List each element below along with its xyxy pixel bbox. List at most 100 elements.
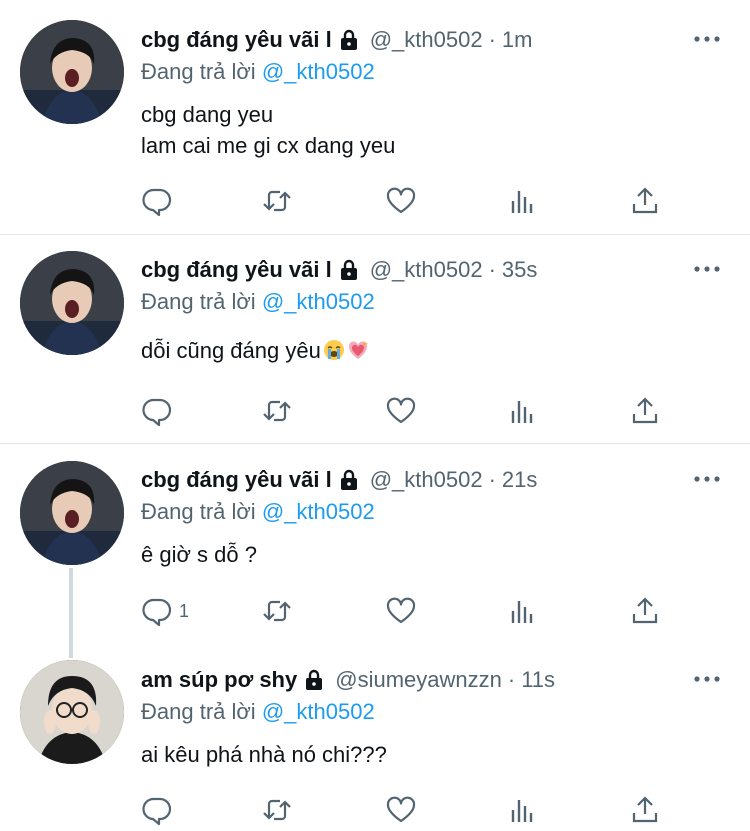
share-icon: [632, 397, 658, 424]
lock-icon: [338, 259, 360, 281]
tweet-header: am súp pơ shy @siumeyawnzzn · 11s: [141, 664, 555, 696]
tweet-text: dỗi cũng đáng yêu: [141, 335, 369, 366]
share-button[interactable]: [629, 393, 661, 429]
retweet-button[interactable]: [261, 183, 293, 219]
tweet-actions: [141, 183, 661, 219]
timestamp[interactable]: 35s: [502, 257, 537, 283]
tweet-text: ai kêu phá nhà nó chi???: [141, 739, 387, 770]
timestamp[interactable]: 1m: [502, 27, 533, 53]
retweet-button[interactable]: [261, 792, 293, 828]
avatar[interactable]: [20, 20, 124, 124]
tweet-text-line: dỗi cũng đáng yêu: [141, 338, 321, 363]
separator-dot: ·: [488, 467, 496, 492]
views-icon: [511, 191, 533, 213]
share-icon: [632, 796, 658, 823]
reply-button[interactable]: [141, 183, 179, 219]
heart-icon: [386, 397, 416, 424]
more-horizontal-icon[interactable]: [694, 466, 720, 492]
separator-dot: ·: [488, 257, 496, 282]
mention-link[interactable]: @_kth0502: [262, 699, 375, 724]
retweet-icon: [263, 799, 291, 821]
replying-to-label: Đang trả lời: [141, 699, 256, 724]
tweet-text-line: ai kêu phá nhà nó chi???: [141, 742, 387, 767]
user-handle[interactable]: @siumeyawnzzn: [335, 667, 502, 693]
replying-to-label: Đang trả lời: [141, 289, 256, 314]
lock-icon: [303, 669, 325, 691]
like-button[interactable]: [385, 393, 417, 429]
like-button[interactable]: [385, 593, 417, 629]
views-button[interactable]: [507, 393, 539, 429]
replying-to-label: Đang trả lời: [141, 499, 256, 524]
tweet-3[interactable]: cbg đáng yêu vãi l @_kth0502 · 21s Đang …: [0, 444, 750, 644]
avatar[interactable]: [20, 251, 124, 355]
share-button[interactable]: [629, 593, 661, 629]
more-horizontal-icon[interactable]: [694, 256, 720, 282]
replying-to: Đang trả lời @_kth0502: [141, 699, 375, 725]
sparkling-heart-emoji: [347, 339, 369, 361]
reply-button[interactable]: [141, 792, 179, 828]
retweet-icon: [263, 190, 291, 212]
heart-icon: [386, 796, 416, 823]
like-button[interactable]: [385, 183, 417, 219]
display-name[interactable]: cbg đáng yêu vãi l: [141, 27, 332, 53]
more-horizontal-icon[interactable]: [694, 666, 720, 692]
tweet-text-line: ê giờ s dỗ ?: [141, 542, 257, 567]
like-button[interactable]: [385, 792, 417, 828]
tweet-actions: 1: [141, 593, 661, 629]
tweet-actions: [141, 792, 661, 828]
replying-to: Đang trả lời @_kth0502: [141, 59, 375, 85]
lock-icon: [338, 29, 360, 51]
lock-icon: [338, 469, 360, 491]
views-icon: [511, 401, 533, 423]
share-button[interactable]: [629, 183, 661, 219]
share-icon: [632, 187, 658, 214]
avatar[interactable]: [20, 660, 124, 764]
tweet-4[interactable]: am súp pơ shy @siumeyawnzzn · 11s Đang t…: [0, 644, 750, 831]
views-button[interactable]: [507, 792, 539, 828]
tweet-header: cbg đáng yêu vãi l @_kth0502 · 21s: [141, 464, 537, 496]
retweet-button[interactable]: [261, 393, 293, 429]
mention-link[interactable]: @_kth0502: [262, 289, 375, 314]
separator-dot: ·: [488, 27, 496, 52]
loudly-crying-face-emoji: [323, 339, 345, 361]
reply-icon: [142, 797, 172, 826]
mention-link[interactable]: @_kth0502: [262, 499, 375, 524]
display-name[interactable]: cbg đáng yêu vãi l: [141, 257, 332, 283]
display-name[interactable]: cbg đáng yêu vãi l: [141, 467, 332, 493]
retweet-icon: [263, 400, 291, 422]
tweet-text: cbg dang yeu lam cai me gi cx dang yeu: [141, 99, 395, 161]
views-icon: [511, 601, 533, 623]
reply-icon: [142, 188, 172, 217]
reply-count: 1: [179, 600, 190, 621]
more-horizontal-icon[interactable]: [694, 26, 720, 52]
tweet-1[interactable]: cbg đáng yêu vãi l @_kth0502 · 1m Đang t…: [0, 0, 750, 234]
timestamp[interactable]: 21s: [502, 467, 537, 493]
share-icon: [632, 597, 658, 624]
avatar[interactable]: [20, 461, 124, 565]
views-button[interactable]: [507, 183, 539, 219]
user-handle[interactable]: @_kth0502: [370, 27, 483, 53]
retweet-icon: [263, 600, 291, 622]
replying-to: Đang trả lời @_kth0502: [141, 499, 375, 525]
tweet-actions: [141, 393, 661, 429]
tweet-text-line: lam cai me gi cx dang yeu: [141, 133, 396, 158]
tweet-header: cbg đáng yêu vãi l @_kth0502 · 35s: [141, 254, 537, 286]
heart-icon: [386, 187, 416, 214]
user-handle[interactable]: @_kth0502: [370, 257, 483, 283]
user-handle[interactable]: @_kth0502: [370, 467, 483, 493]
reply-button[interactable]: [141, 393, 179, 429]
replying-to: Đang trả lời @_kth0502: [141, 289, 375, 315]
reply-icon: [142, 598, 172, 627]
tweet-header: cbg đáng yêu vãi l @_kth0502 · 1m: [141, 24, 532, 56]
separator-dot: ·: [507, 667, 516, 692]
display-name[interactable]: am súp pơ shy: [141, 667, 297, 693]
retweet-button[interactable]: [261, 593, 293, 629]
replying-to-label: Đang trả lời: [141, 59, 256, 84]
views-button[interactable]: [507, 593, 539, 629]
tweet-2[interactable]: cbg đáng yêu vãi l @_kth0502 · 35s Đang …: [0, 235, 750, 443]
mention-link[interactable]: @_kth0502: [262, 59, 375, 84]
share-button[interactable]: [629, 792, 661, 828]
views-icon: [511, 800, 533, 822]
timestamp[interactable]: 11s: [521, 667, 555, 693]
reply-button[interactable]: 1: [141, 593, 189, 629]
